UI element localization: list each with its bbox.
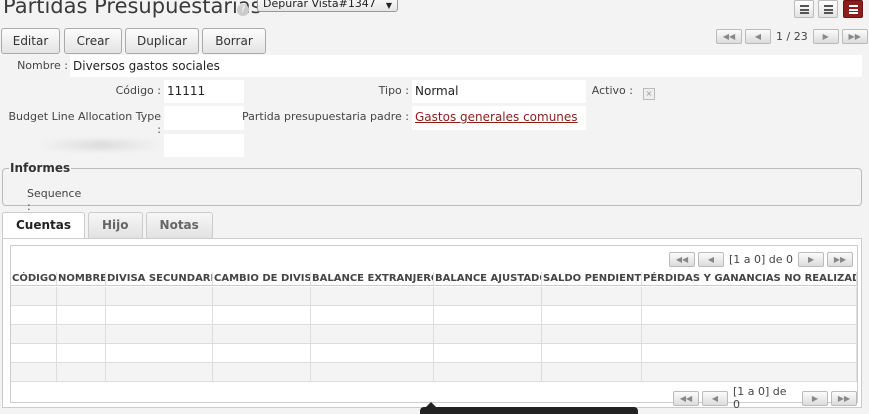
last-record-button[interactable]: ▶▶ [841,29,868,44]
grid-last-button[interactable]: ▶▶ [827,252,854,267]
tab-hijo[interactable]: Hijo [88,212,143,238]
parent-link[interactable]: Gastos generales comunes [415,110,578,124]
active-label: Activo : [591,84,633,97]
columns-icon [824,5,833,14]
debug-view-label: Depurar Vista#1347 [263,0,376,10]
first-record-button[interactable]: ◀◀ [716,29,742,44]
table-row [11,287,857,306]
column-header[interactable]: BALANCE AJUSTADO [434,272,542,285]
type-field[interactable]: Normal [412,80,586,103]
code-label: Código : [115,84,161,97]
grid-pager-text: [1 a 0] de 0 [729,253,794,266]
tab-cuentas[interactable]: Cuentas [2,212,86,239]
parent-label: Partida presupuestaria padre : [241,110,409,123]
grid-prev-button[interactable]: ◀ [701,390,728,406]
create-button[interactable]: Crear [64,28,122,54]
column-header[interactable]: CAMBIO DE DIVISA [213,272,311,285]
form-view-button[interactable] [843,0,863,18]
grid-next-button[interactable]: ▶ [802,390,828,406]
list-icon [800,5,809,14]
grid-first-button[interactable]: ◀◀ [673,390,699,406]
grid-rows [11,287,857,382]
delete-button[interactable]: Borrar [202,28,266,54]
name-field[interactable]: Diversos gastos sociales [70,55,862,77]
column-header[interactable]: NOMBRE [57,272,106,285]
type-label: Tipo : [378,84,409,97]
table-row [11,306,857,325]
help-icon[interactable]: ? [237,4,249,16]
page-title: Partidas Presupuestarias [3,0,262,18]
name-label: Nombre : [17,59,68,72]
prev-record-button[interactable]: ◀ [745,29,771,44]
grid-pager-bottom: ◀◀ ◀ [1 a 0] de 0 ▶ ▶▶ [673,385,857,411]
next-record-button[interactable]: ▶ [812,29,839,44]
table-row [11,325,857,344]
columns-view-button[interactable] [818,0,838,18]
tooltip [420,402,638,414]
chevron-down-icon: ▼ [385,1,392,10]
tab-bar: Cuentas Hijo Notas [2,212,213,239]
debug-view-select[interactable]: Depurar Vista#1347 ▼ [257,0,398,12]
tab-notas[interactable]: Notas [145,212,213,238]
record-counter: 1 / 23 [776,30,808,43]
hidden-field[interactable] [164,134,244,157]
code-field[interactable]: 11111 [164,80,244,103]
informes-group: Informes Sequence : [2,161,862,213]
allocation-type-field[interactable] [164,106,244,130]
column-header[interactable]: SALDO PENDIENTE [542,272,642,285]
column-header[interactable]: DIVISA SECUNDARIA [106,272,213,285]
parent-field[interactable]: Gastos generales comunes [412,106,586,130]
table-row [11,344,857,363]
allocation-type-label: Budget Line Allocation Type : [8,110,161,136]
grid-last-button[interactable]: ▶▶ [830,390,857,406]
column-header[interactable]: BALANCE EXTRANJERO [311,272,434,285]
form-icon [849,5,858,14]
duplicate-button[interactable]: Duplicar [125,28,199,54]
active-checkbox[interactable]: × [643,88,655,100]
grid-header: CÓDIGO NOMBRE DIVISA SECUNDARIA CAMBIO D… [11,272,857,286]
tab-panel: ◀◀ ◀ [1 a 0] de 0 ▶ ▶▶ CÓDIGO NOMBRE DIV… [2,238,862,411]
grid-prev-button[interactable]: ◀ [698,252,724,267]
sequence-label: Sequence : [27,187,82,213]
record-pager: ◀◀ ◀ 1 / 23 ▶ ▶▶ [716,29,868,44]
column-header[interactable]: CÓDIGO [11,272,57,285]
hidden-field-label [40,140,162,150]
column-header[interactable]: PÉRDIDAS Y GANANCIAS NO REALIZADAS [642,272,857,285]
grid-first-button[interactable]: ◀◀ [669,252,695,267]
accounts-grid: ◀◀ ◀ [1 a 0] de 0 ▶ ▶▶ CÓDIGO NOMBRE DIV… [10,245,858,411]
table-row [11,363,857,382]
informes-legend: Informes [9,161,72,175]
grid-pager-text: [1 a 0] de 0 [732,385,787,411]
grid-pager-top: ◀◀ ◀ [1 a 0] de 0 ▶ ▶▶ [669,252,854,267]
list-view-button[interactable] [794,0,814,18]
edit-button[interactable]: Editar [1,28,60,54]
grid-next-button[interactable]: ▶ [798,252,825,267]
